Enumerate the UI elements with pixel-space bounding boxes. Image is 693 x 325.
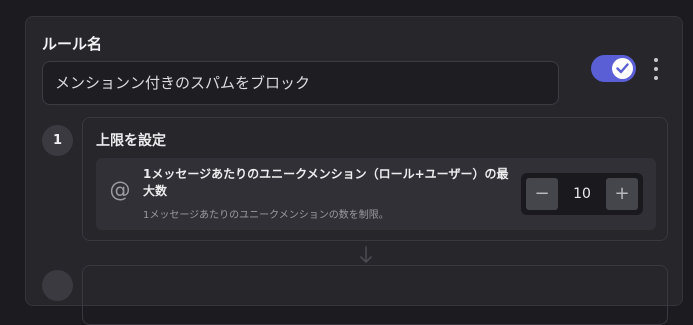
- step-title: 上限を設定: [96, 133, 166, 149]
- decrement-button[interactable]: −: [526, 178, 558, 210]
- setting-title: 1メッセージあたりのユニークメンション（ロール+ユーザー）の最大数: [143, 167, 509, 198]
- next-step-badge: [42, 270, 73, 301]
- more-options-button[interactable]: [646, 55, 666, 83]
- at-icon: @: [109, 178, 131, 202]
- rule-name-label: ルール名: [42, 35, 103, 53]
- more-dots-icon: [654, 58, 658, 62]
- rule-panel: ルール名 メンションン付きのスパムをブロック 1 上限を設定 @ 1メッセージあ…: [25, 16, 683, 325]
- mention-limit-setting: @ 1メッセージあたりのユニークメンション（ロール+ユーザー）の最大数 1メッセ…: [96, 158, 656, 230]
- check-icon: [616, 63, 629, 74]
- setting-description: 1メッセージあたりのユニークメンションの数を制限。: [143, 210, 389, 221]
- step-number-badge: 1: [42, 125, 73, 156]
- rule-enabled-toggle[interactable]: [591, 55, 636, 82]
- arrow-down-icon: [360, 246, 372, 263]
- rule-name-input[interactable]: メンションン付きのスパムをブロック: [42, 61, 559, 105]
- toggle-knob: [612, 58, 633, 79]
- increment-button[interactable]: +: [606, 178, 638, 210]
- step-card: 上限を設定 @ 1メッセージあたりのユニークメンション（ロール+ユーザー）の最大…: [82, 117, 668, 241]
- stepper-value[interactable]: 10: [563, 173, 601, 215]
- next-step-card: [82, 265, 668, 325]
- mention-limit-stepper: − 10 +: [521, 173, 643, 215]
